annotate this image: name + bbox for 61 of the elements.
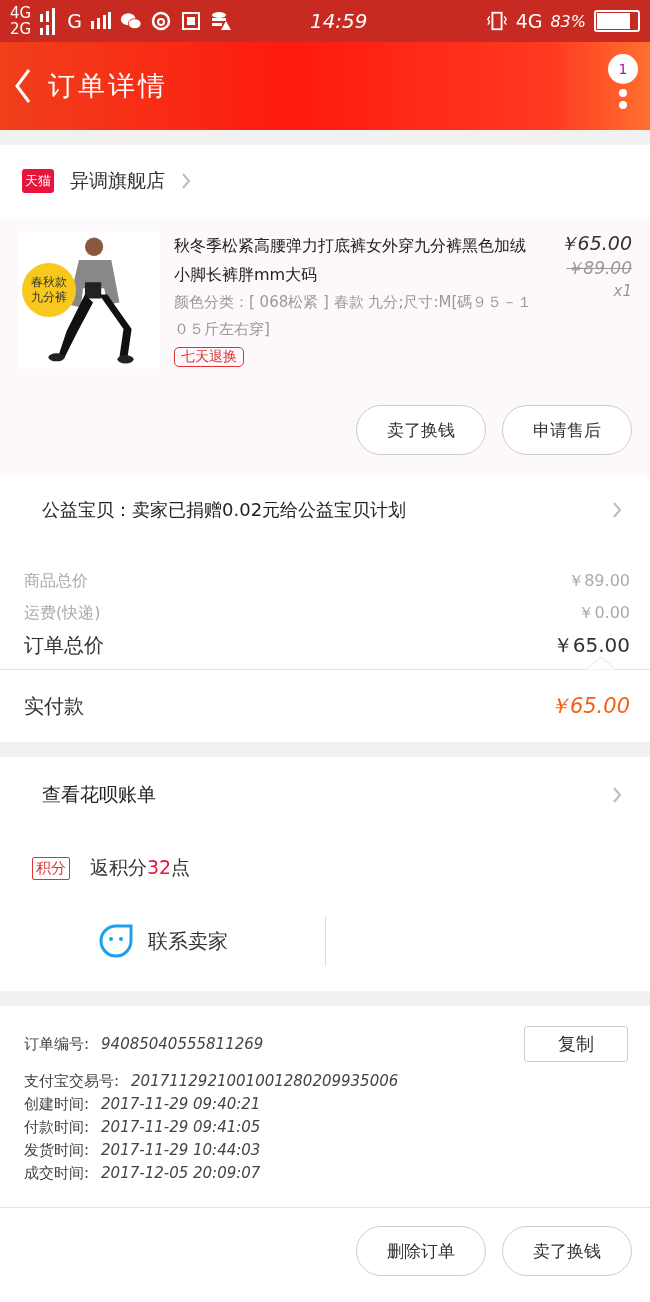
info-value: 2017-11-29 09:40:21 [101, 1094, 261, 1115]
summary-value: ￥89.00 [568, 570, 630, 592]
signal-icon [89, 12, 112, 30]
sticker-text: 九分裤 [31, 290, 67, 305]
notification-badge: 1 [608, 54, 638, 84]
paid-label: 实付款 [24, 692, 84, 720]
contact-seller-button[interactable]: 联系卖家 [0, 922, 325, 960]
app-icon [179, 11, 202, 31]
summary-label: 运费(快递) [24, 602, 101, 624]
original-price: ￥89.00 [566, 257, 632, 280]
product-title[interactable]: 秋冬季松紧高腰弹力打底裤女外穿九分裤黑色加绒小脚长裤胖mm大码 [174, 231, 534, 289]
action-button[interactable]: 卖了换钱 [502, 1226, 632, 1276]
order-number: 94085040555811269 [101, 1033, 264, 1055]
info-label: 付款时间: [24, 1117, 90, 1138]
page-title: 订单详情 [48, 69, 168, 103]
sticker-text: 春秋款 [31, 275, 67, 290]
info-label: 成交时间: [24, 1163, 90, 1184]
summary-value: ￥0.00 [578, 602, 630, 624]
action-button[interactable]: 卖了换钱 [356, 405, 486, 455]
chevron-icon [181, 172, 191, 190]
bill-link[interactable]: 查看花呗账单 [42, 782, 156, 808]
network-label: 4G [515, 10, 543, 32]
chevron-icon [612, 786, 622, 804]
copy-button[interactable]: 复制 [524, 1026, 628, 1062]
network-label: 2G [10, 21, 32, 37]
store-name[interactable]: 异调旗舰店 [70, 168, 165, 194]
paid-amount: ￥65.00 [548, 693, 630, 720]
summary-label: 订单总价 [24, 632, 104, 659]
network-label: 4G [10, 5, 32, 21]
clock: 14:59 [309, 9, 368, 33]
chat-bubble-icon [97, 923, 134, 959]
info-value: 2017112921001001280209935006 [131, 1071, 399, 1092]
product-image[interactable]: 春秋款 九分裤 [18, 231, 160, 369]
charity-text[interactable]: 公益宝贝：卖家已捐赠0.02元给公益宝贝计划 [42, 498, 407, 522]
chat-icon [119, 11, 142, 31]
chevron-icon [612, 501, 622, 519]
info-label: 创建时间: [24, 1094, 90, 1115]
product-sku: 颜色分类：[ 068松紧 ] 春款 九分;尺寸:M[碼９５－１０５斤左右穿] [174, 292, 534, 340]
product-price: ￥65.00 [558, 231, 632, 256]
battery-icon [594, 10, 640, 32]
action-button[interactable]: 删除订单 [356, 1226, 486, 1276]
order-number-label: 订单编号: [24, 1033, 90, 1055]
vibrate-icon [485, 11, 508, 31]
network-label: G [67, 10, 82, 32]
info-label: 发货时间: [24, 1140, 90, 1161]
points-text: 返积分32点 [90, 855, 191, 880]
info-value: 2017-11-29 10:44:03 [101, 1140, 261, 1161]
summary-value: ￥65.00 [552, 632, 630, 659]
battery-percent: 83% [550, 11, 586, 31]
points-badge: 积分 [32, 856, 70, 880]
info-label: 支付宝交易号: [24, 1071, 120, 1092]
database-warning-icon [209, 11, 232, 31]
action-button[interactable]: 申请售后 [502, 405, 632, 455]
quantity: x1 [613, 282, 632, 300]
info-value: 2017-12-05 20:09:07 [101, 1163, 261, 1184]
store-badge: 天猫 [22, 169, 54, 193]
info-value: 2017-11-29 09:41:05 [101, 1117, 261, 1138]
summary-label: 商品总价 [24, 570, 88, 592]
music-icon [149, 11, 172, 31]
more-icon[interactable] [618, 88, 628, 110]
return-policy-tag: 七天退换 [174, 347, 244, 367]
